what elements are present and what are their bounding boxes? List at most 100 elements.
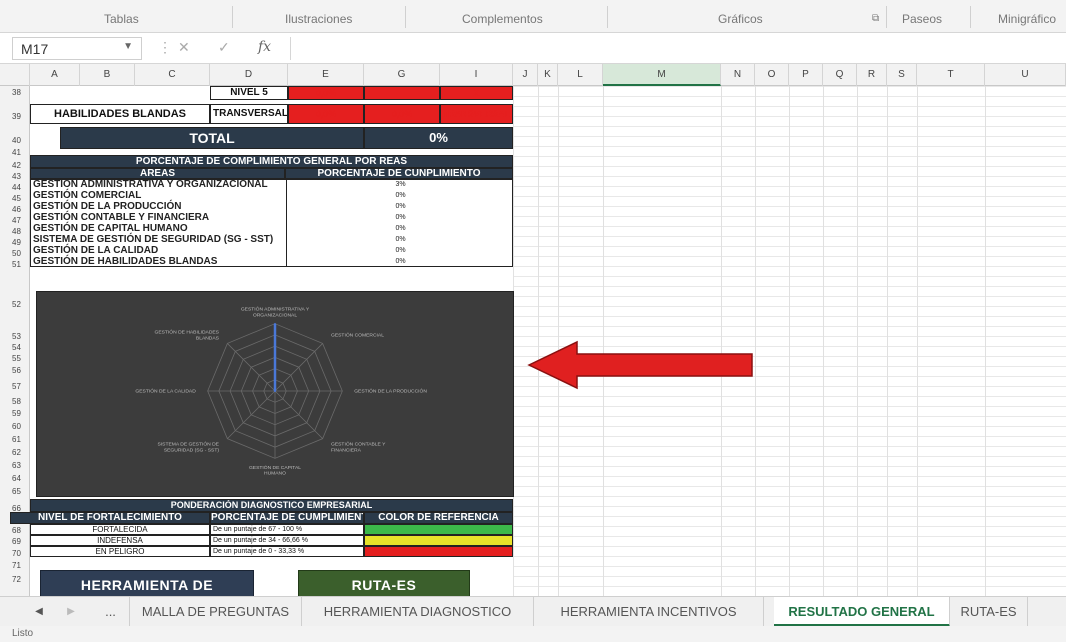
- row-header[interactable]: 50: [0, 249, 30, 258]
- row-header[interactable]: 41: [0, 148, 30, 157]
- column-header[interactable]: E: [288, 64, 364, 86]
- row-header[interactable]: 60: [0, 422, 30, 431]
- row-header[interactable]: 65: [0, 487, 30, 496]
- row-header[interactable]: 55: [0, 354, 30, 363]
- row-header[interactable]: 63: [0, 461, 30, 470]
- row-header[interactable]: 53: [0, 332, 30, 341]
- row-header[interactable]: 57: [0, 382, 30, 391]
- row-header[interactable]: 38: [0, 88, 30, 97]
- area-row-pct[interactable]: 3%: [286, 180, 512, 191]
- row-header[interactable]: 47: [0, 216, 30, 225]
- row-header[interactable]: 45: [0, 194, 30, 203]
- tab-malla-de-preguntas[interactable]: MALLA DE PREGUNTAS: [130, 597, 302, 627]
- radar-point[interactable]: [274, 390, 276, 392]
- column-header[interactable]: B: [80, 64, 135, 86]
- nivel5-mark-cell[interactable]: X: [440, 86, 513, 100]
- tab-herramienta-diagnostico[interactable]: HERRAMIENTA DIAGNOSTICO: [302, 597, 534, 627]
- row-header[interactable]: 56: [0, 366, 30, 375]
- column-header[interactable]: O: [755, 64, 789, 86]
- nivel5-score-cell[interactable]: 0,0%: [288, 86, 364, 100]
- row-header[interactable]: 58: [0, 397, 30, 406]
- cancel-icon[interactable]: ✕: [178, 39, 190, 56]
- tab-ruta-es[interactable]: RUTA-ES: [950, 597, 1028, 627]
- pond-color-yellow[interactable]: [364, 535, 513, 546]
- ribbon-group-tablas[interactable]: Tablas: [104, 12, 139, 26]
- row-header[interactable]: 69: [0, 537, 30, 546]
- radar-point[interactable]: [274, 322, 276, 325]
- area-row-pct[interactable]: 0%: [286, 213, 512, 224]
- area-row-name[interactable]: GESTIÓN DE HABILIDADES BLANDAS: [31, 257, 286, 267]
- row-header[interactable]: 68: [0, 526, 30, 535]
- ribbon-group-graficos[interactable]: Gráficos: [718, 12, 763, 26]
- column-header[interactable]: N: [721, 64, 755, 86]
- column-header[interactable]: T: [917, 64, 985, 86]
- pond-rango-cell[interactable]: De un puntaje de 0 - 33,33 %: [210, 546, 364, 557]
- column-header[interactable]: D: [210, 64, 288, 86]
- column-header[interactable]: R: [857, 64, 887, 86]
- dialog-launcher-icon[interactable]: ⧉: [872, 13, 879, 24]
- total-value-cell[interactable]: 0%: [364, 127, 513, 149]
- column-header[interactable]: P: [789, 64, 823, 86]
- habilidades-i-cell[interactable]: TRANSVERSAL: [440, 104, 513, 124]
- function-icon[interactable]: fx: [258, 39, 271, 55]
- red-cell[interactable]: [364, 86, 440, 100]
- more-tabs-button[interactable]: ...: [92, 597, 130, 627]
- column-header[interactable]: K: [538, 64, 558, 86]
- column-header[interactable]: G: [364, 64, 440, 86]
- row-header[interactable]: 44: [0, 183, 30, 192]
- pond-nivel-cell[interactable]: FORTALECIDA: [30, 524, 210, 535]
- area-row-pct[interactable]: 0%: [286, 235, 512, 246]
- column-header[interactable]: L: [558, 64, 603, 86]
- row-header[interactable]: 54: [0, 343, 30, 352]
- row-header[interactable]: 51: [0, 260, 30, 269]
- row-header[interactable]: 64: [0, 474, 30, 483]
- ribbon-group-ilustraciones[interactable]: Ilustraciones: [285, 12, 352, 26]
- tab-herramienta-incentivos[interactable]: HERRAMIENTA INCENTIVOS: [534, 597, 764, 627]
- select-all-corner[interactable]: [0, 64, 30, 86]
- area-row-pct[interactable]: 0%: [286, 257, 512, 266]
- area-row-pct[interactable]: 0%: [286, 246, 512, 257]
- column-header[interactable]: I: [440, 64, 513, 86]
- name-box[interactable]: M17 ▼: [12, 37, 142, 60]
- pond-color-red[interactable]: [364, 546, 513, 557]
- pond-rango-cell[interactable]: De un puntaje de 67 - 100 %: [210, 524, 364, 535]
- row-header[interactable]: 70: [0, 549, 30, 558]
- row-header[interactable]: 43: [0, 172, 30, 181]
- transversal-cell[interactable]: TRANSVERSAL: [210, 104, 288, 124]
- ribbon-group-complementos[interactable]: Complementos: [462, 12, 543, 26]
- pond-nivel-cell[interactable]: EN PELIGRO: [30, 546, 210, 557]
- column-header[interactable]: U: [985, 64, 1066, 86]
- row-header[interactable]: 62: [0, 448, 30, 457]
- column-header[interactable]: C: [135, 64, 210, 86]
- radar-chart[interactable]: GESTIÓN ADMINISTRATIVA Y ORGANIZACIONAL GE…: [36, 291, 514, 497]
- area-row-pct[interactable]: 0%: [286, 224, 512, 235]
- habilidades-g-cell[interactable]: 0,0%: [364, 104, 440, 124]
- column-header-selected[interactable]: M: [603, 64, 721, 86]
- column-header[interactable]: Q: [823, 64, 857, 86]
- row-header[interactable]: 46: [0, 205, 30, 214]
- total-label-cell[interactable]: TOTAL: [60, 127, 364, 149]
- scroll-left-icon[interactable]: ◀: [28, 597, 50, 627]
- row-header[interactable]: 71: [0, 561, 30, 570]
- column-header[interactable]: J: [513, 64, 538, 86]
- habilidades-label-cell[interactable]: HABILIDADES BLANDAS: [30, 104, 210, 124]
- pond-nivel-cell[interactable]: INDEFENSA: [30, 535, 210, 546]
- ruta-es-button[interactable]: RUTA-ES: [298, 570, 470, 598]
- row-header[interactable]: 52: [0, 300, 30, 309]
- habilidades-score-cell[interactable]: 0,0%: [288, 104, 364, 124]
- ribbon-group-minigrafico[interactable]: Minigráfico: [998, 12, 1056, 26]
- ribbon-group-paseos[interactable]: Paseos: [902, 12, 942, 26]
- column-header[interactable]: A: [30, 64, 80, 86]
- area-row-pct[interactable]: 0%: [286, 202, 512, 213]
- column-header[interactable]: S: [887, 64, 917, 86]
- row-header[interactable]: 39: [0, 112, 30, 121]
- nivel5-cell[interactable]: NIVEL 5: [210, 86, 288, 100]
- enter-icon[interactable]: ✓: [218, 39, 230, 56]
- chevron-down-icon[interactable]: ▼: [123, 41, 133, 52]
- row-header[interactable]: 48: [0, 227, 30, 236]
- pond-rango-cell[interactable]: De un puntaje de 34 - 66,66 %: [210, 535, 364, 546]
- area-row-pct[interactable]: 0%: [286, 191, 512, 202]
- tab-resultado-general[interactable]: RESULTADO GENERAL: [774, 597, 950, 627]
- row-header[interactable]: 72: [0, 575, 30, 584]
- row-header[interactable]: 42: [0, 161, 30, 170]
